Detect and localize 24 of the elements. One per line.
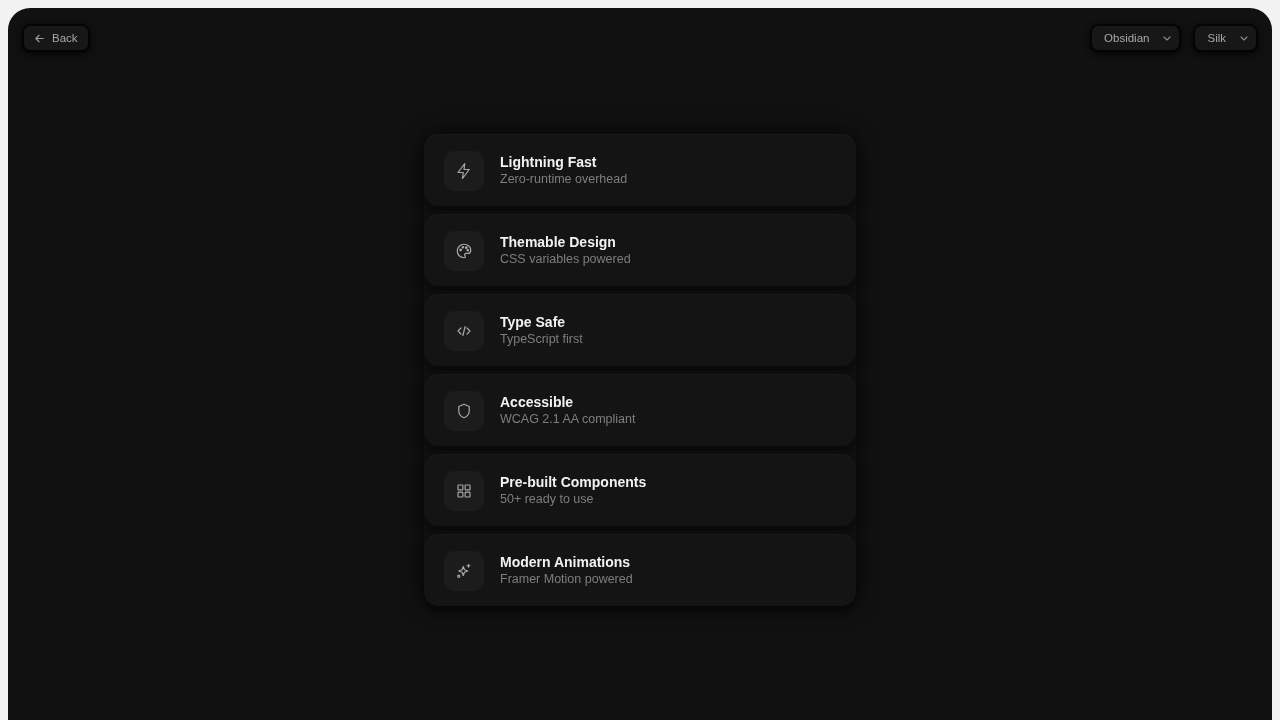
feature-title: Lightning Fast: [500, 153, 598, 171]
arrow-left-icon: [34, 32, 45, 44]
feature-subtitle: CSS variables powered: [500, 251, 631, 268]
feature-title: Pre-built Components: [500, 473, 647, 491]
sparkles-icon: [444, 550, 484, 591]
grid-icon: [444, 470, 484, 511]
code-icon: [444, 310, 484, 351]
back-button[interactable]: Back: [22, 24, 90, 52]
feature-title: Themable Design: [500, 233, 617, 251]
feature-subtitle: TypeScript first: [500, 331, 583, 348]
feature-subtitle: 50+ ready to use: [500, 491, 595, 508]
theme-select[interactable]: Silk: [1193, 24, 1258, 52]
feature-subtitle: Zero-runtime overhead: [500, 171, 628, 188]
shield-icon: [444, 390, 484, 431]
chevron-down-icon: [1240, 35, 1248, 41]
theme-select[interactable]: Obsidian: [1090, 24, 1182, 52]
feature-subtitle: Framer Motion powered: [500, 571, 633, 588]
lightning-icon: [444, 150, 484, 191]
chevron-down-icon: [1163, 35, 1172, 41]
palette-icon: [444, 230, 484, 271]
feature-title: Modern Animations: [500, 553, 632, 571]
feature-subtitle: WCAG 2.1 AA compliant: [500, 411, 636, 428]
feature-title: Type Safe: [500, 313, 567, 331]
feature-title: Accessible: [500, 393, 575, 411]
